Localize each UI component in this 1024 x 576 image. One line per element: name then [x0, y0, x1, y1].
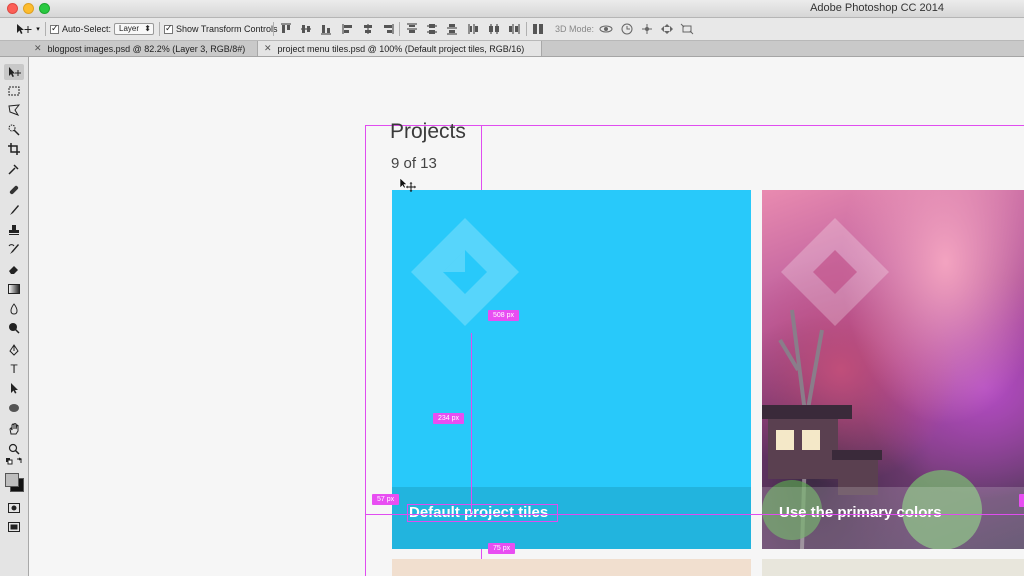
measure-label-left: 57 px [372, 494, 400, 505]
lasso-icon[interactable] [4, 102, 24, 118]
align-bottom-edges-icon[interactable] [320, 23, 332, 35]
type-tool-icon[interactable]: T [4, 361, 24, 377]
zoom-tool-icon[interactable] [4, 441, 24, 457]
auto-select-checkbox[interactable]: Auto-Select: [50, 22, 111, 36]
foreground-background-color-icon[interactable] [4, 470, 24, 494]
tools-panel: T [0, 57, 29, 576]
brush-icon[interactable] [4, 202, 24, 218]
distribute-horizontal-centers-icon[interactable] [488, 23, 500, 35]
align-top-edges-icon[interactable] [280, 23, 292, 35]
quick-mask-icon[interactable] [4, 500, 24, 516]
close-tab-icon[interactable]: ✕ [264, 43, 272, 54]
measure-label-height: 234 px [433, 413, 465, 424]
dodge-icon[interactable] [4, 320, 24, 336]
move-tool-icon[interactable] [4, 64, 24, 80]
options-bar: ▾ Auto-Select: Layer Show Transform Cont… [0, 18, 1024, 41]
show-transform-controls-checkbox[interactable]: Show Transform Controls [164, 22, 278, 36]
move-cursor-icon [399, 177, 416, 192]
zoom-window-button[interactable] [39, 3, 50, 14]
move-tool-icon [17, 24, 32, 34]
distribute-vertical-centers-icon[interactable] [426, 23, 438, 35]
crop-icon[interactable] [4, 141, 24, 157]
tab-label: blogpost images.psd @ 82.2% (Layer 3, RG… [47, 43, 246, 54]
distribute-top-edges-icon[interactable] [406, 23, 418, 35]
project-tile-next-row[interactable] [762, 559, 1024, 576]
text-layer-bounding-box[interactable] [407, 504, 558, 522]
quick-selection-icon[interactable] [4, 122, 24, 138]
3d-orbit-icon[interactable] [599, 23, 613, 35]
measure-line-vertical [471, 333, 472, 513]
3d-slide-icon[interactable] [660, 23, 674, 35]
auto-align-layers-icon[interactable] [532, 23, 544, 35]
document-canvas[interactable]: Projects 9 of 13 Default project tiles U… [29, 57, 1024, 576]
tab-project-menu-tiles[interactable]: ✕ project menu tiles.psd @ 100% (Default… [258, 41, 542, 56]
auto-select-dropdown[interactable]: Layer [114, 23, 154, 35]
auto-select-label: Auto-Select: [62, 24, 112, 34]
history-brush-icon[interactable] [4, 241, 24, 257]
document-tab-bar: ✕ blogpost images.psd @ 82.2% (Layer 3, … [0, 41, 1024, 57]
eraser-icon[interactable] [4, 261, 24, 277]
measure-label-width: 508 px [488, 310, 520, 321]
app-title: Adobe Photoshop CC 2014 [810, 2, 944, 14]
close-tab-icon[interactable]: ✕ [34, 43, 42, 54]
minimize-window-button[interactable] [23, 3, 34, 14]
tile-caption: Use the primary colors [779, 504, 942, 521]
align-right-edges-icon[interactable] [382, 23, 394, 35]
project-tile-default[interactable]: Default project tiles [392, 190, 751, 549]
preset-dropdown-arrow-icon[interactable]: ▾ [34, 23, 42, 35]
project-tile-primary-colors[interactable]: Use the primary colors [762, 190, 1024, 549]
3d-roll-icon[interactable] [620, 23, 634, 35]
hand-tool-icon[interactable] [4, 421, 24, 437]
clone-stamp-icon[interactable] [4, 222, 24, 238]
doc-project-count: 9 of 13 [391, 155, 437, 172]
distribute-bottom-edges-icon[interactable] [446, 23, 458, 35]
align-left-edges-icon[interactable] [342, 23, 354, 35]
3d-mode-label: 3D Mode: [555, 24, 595, 34]
path-selection-icon[interactable] [4, 380, 24, 396]
tab-blogpost-images[interactable]: ✕ blogpost images.psd @ 82.2% (Layer 3, … [28, 41, 258, 56]
distribute-left-edges-icon[interactable] [468, 23, 480, 35]
ellipse-tool-icon[interactable] [4, 400, 24, 416]
spot-healing-brush-icon[interactable] [4, 182, 24, 198]
align-horizontal-centers-icon[interactable] [362, 23, 374, 35]
rectangular-marquee-icon[interactable] [4, 83, 24, 99]
pen-icon[interactable] [4, 342, 24, 358]
move-tool-preset-button[interactable] [14, 23, 34, 35]
3d-pan-icon[interactable] [640, 23, 654, 35]
gradient-icon[interactable] [4, 281, 24, 297]
blur-icon[interactable] [4, 301, 24, 317]
checkbox-checked-icon [50, 23, 59, 34]
distribute-right-edges-icon[interactable] [508, 23, 520, 35]
checkbox-checked-icon [164, 23, 173, 34]
3d-scale-icon[interactable] [680, 23, 694, 35]
screen-mode-icon[interactable] [4, 519, 24, 535]
tab-label: project menu tiles.psd @ 100% (Default p… [277, 43, 525, 54]
doc-heading-projects: Projects [390, 120, 466, 143]
project-tile-next-row[interactable] [392, 559, 751, 576]
eyedropper-icon[interactable] [4, 161, 24, 177]
show-transform-label: Show Transform Controls [176, 24, 278, 34]
measure-label-bottom: 75 px [488, 543, 516, 554]
default-colors-icon[interactable] [4, 457, 24, 467]
measure-line-horizontal [365, 514, 1024, 515]
measure-label-right-edge [1019, 494, 1024, 507]
close-window-button[interactable] [7, 3, 18, 14]
guide-vertical [365, 125, 366, 576]
align-vertical-centers-icon[interactable] [300, 23, 312, 35]
title-bar: Adobe Photoshop CC 2014 [0, 0, 1024, 18]
